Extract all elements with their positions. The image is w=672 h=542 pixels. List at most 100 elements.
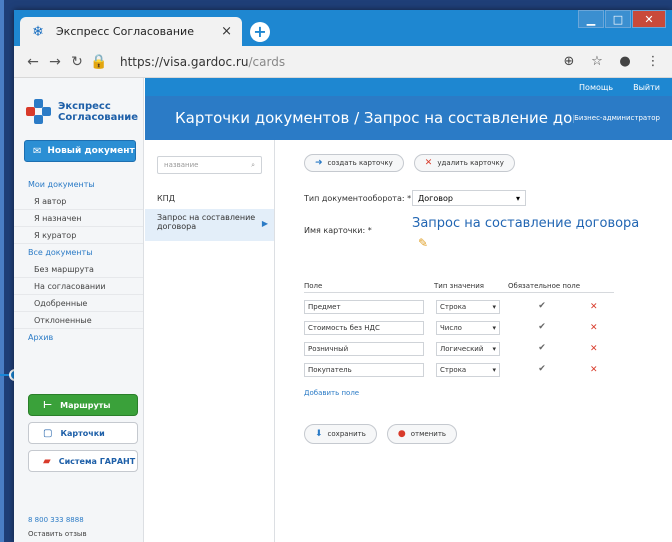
sidebar-menu: Мои документы Я автор Я назначен Я курат…	[14, 176, 143, 346]
card-list-item[interactable]: КПД	[145, 190, 274, 207]
field-type-select[interactable]: Строка ▾	[436, 300, 500, 314]
menu-my-docs[interactable]: Мои документы	[14, 176, 143, 193]
delete-card-label: удалить карточку	[437, 159, 504, 167]
required-check-icon[interactable]: ✔	[536, 322, 548, 334]
menu-assigned[interactable]: Я назначен	[14, 210, 143, 227]
chevron-right-icon: ▶	[261, 219, 268, 228]
cards-button[interactable]: ▢ Карточки	[28, 422, 138, 444]
forward-icon[interactable]: →	[44, 54, 66, 70]
remove-field-icon[interactable]: ✕	[590, 302, 598, 312]
url-domain: https://visa.gardoc.ru	[120, 54, 249, 69]
maximize-icon[interactable]: □	[605, 10, 631, 28]
zoom-icon[interactable]: ⊕	[558, 54, 580, 69]
required-check-icon[interactable]: ✔	[536, 343, 548, 355]
editor-toolbar: ➜ создать карточку ✕ удалить карточку	[304, 154, 515, 172]
garant-icon: ▰	[43, 455, 51, 467]
menu-approved[interactable]: Одобренные	[14, 295, 143, 312]
menu-author[interactable]: Я автор	[14, 193, 143, 210]
page-title: Карточки документов / Запрос на составле…	[175, 109, 574, 127]
field-type-select[interactable]: Строка ▾	[436, 363, 500, 377]
routes-label: Маршруты	[60, 400, 111, 410]
field-row: Покупатель Строка ▾ ✔ ✕	[304, 363, 598, 377]
card-name-value[interactable]: Запрос на составление договора	[412, 216, 639, 231]
sidebar: Экспресс Согласование ✉ Новый документ М…	[14, 78, 144, 542]
remove-field-icon[interactable]: ✕	[590, 323, 598, 333]
menu-curator[interactable]: Я куратор	[14, 227, 143, 244]
url-path: /cards	[248, 54, 286, 69]
support-phone: 8 800 333 8888	[28, 516, 84, 524]
logout-link[interactable]: Выйти	[633, 83, 660, 92]
field-type-select[interactable]: Логический ▾	[436, 342, 500, 356]
user-role: Бизнес-администратор	[574, 114, 660, 122]
delete-card-button[interactable]: ✕ удалить карточку	[413, 154, 515, 172]
cancel-button[interactable]: ● отменить	[386, 424, 458, 444]
editor-actions: ⬇ сохранить ● отменить	[304, 424, 458, 444]
snowflake-favicon-icon: ❄	[32, 23, 44, 40]
menu-on-approval[interactable]: На согласовании	[14, 278, 143, 295]
required-check-icon[interactable]: ✔	[536, 301, 548, 313]
card-list-panel: название ⌕ КПД Запрос на составление дог…	[145, 140, 275, 542]
tab-title: Экспресс Согласование	[56, 25, 194, 38]
field-row: Стоимость без НДС Число ▾ ✔ ✕	[304, 321, 598, 335]
more-menu-icon[interactable]: ⋮	[642, 54, 664, 69]
search-icon: ⌕	[251, 161, 255, 169]
menu-no-route[interactable]: Без маршрута	[14, 261, 143, 278]
card-list-item-label: Запрос на составление договора	[157, 213, 256, 231]
download-arrow-icon: ⬇	[315, 429, 323, 439]
cards-label: Карточки	[60, 428, 105, 438]
browser-window: ❄ Экспресс Согласование × + ▁ □ ✕ ← → ↻ …	[14, 10, 672, 542]
reload-icon[interactable]: ↻	[66, 54, 88, 70]
field-type-select[interactable]: Число ▾	[436, 321, 500, 335]
url-field[interactable]: https://visa.gardoc.ru/cards	[120, 55, 552, 69]
new-tab-button[interactable]: +	[250, 22, 270, 42]
menu-archive[interactable]: Архив	[14, 329, 143, 346]
close-window-icon[interactable]: ✕	[632, 10, 666, 28]
workflow-type-select[interactable]: Договор ▾	[412, 190, 526, 206]
required-check-icon[interactable]: ✔	[536, 364, 548, 376]
card-editor: ➜ создать карточку ✕ удалить карточку Ти…	[276, 140, 672, 542]
back-icon[interactable]: ←	[22, 54, 44, 70]
browser-tab[interactable]: ❄ Экспресс Согласование ×	[20, 17, 242, 46]
field-name-input[interactable]: Предмет	[304, 300, 424, 314]
remove-field-icon[interactable]: ✕	[590, 365, 598, 375]
logo-line2: Согласование	[58, 112, 139, 123]
minimize-icon[interactable]: ▁	[578, 10, 604, 28]
table-divider	[304, 292, 614, 293]
garant-button[interactable]: ▰ Система ГАРАНТ	[28, 450, 138, 472]
create-card-label: создать карточку	[327, 159, 393, 167]
cards-icon: ▢	[43, 427, 53, 439]
save-button[interactable]: ⬇ сохранить	[304, 424, 377, 444]
new-document-button[interactable]: ✉ Новый документ	[24, 140, 136, 162]
card-search-input[interactable]: название ⌕	[157, 156, 262, 174]
feedback-link[interactable]: Оставить отзыв	[28, 530, 87, 538]
address-bar: ← → ↻ 🔒 https://visa.gardoc.ru/cards ⊕ ☆…	[14, 46, 672, 78]
create-card-button[interactable]: ➜ создать карточку	[304, 154, 404, 172]
col-required-header: Обязательное поле	[508, 282, 581, 290]
help-link[interactable]: Помощь	[579, 83, 613, 92]
desktop-edge	[0, 0, 4, 542]
card-list-item-selected[interactable]: Запрос на составление договора ▶	[145, 209, 274, 241]
tab-close-icon[interactable]: ×	[221, 24, 232, 39]
menu-rejected[interactable]: Отклоненные	[14, 312, 143, 329]
chevron-down-icon: ▾	[492, 366, 496, 374]
bookmark-star-icon[interactable]: ☆	[586, 54, 608, 69]
new-document-label: Новый документ	[47, 146, 135, 156]
lock-icon: 🔒	[90, 53, 108, 70]
routes-button[interactable]: ⊢ Маршруты	[28, 394, 138, 416]
pencil-icon[interactable]: ✎	[418, 236, 428, 250]
account-icon[interactable]: ●	[614, 54, 636, 69]
menu-all-docs[interactable]: Все документы	[14, 244, 143, 261]
field-name-input[interactable]: Покупатель	[304, 363, 424, 377]
app-logo[interactable]: Экспресс Согласование	[14, 78, 143, 132]
field-name-input[interactable]: Стоимость без НДС	[304, 321, 424, 335]
save-label: сохранить	[327, 430, 366, 438]
cancel-icon: ●	[397, 429, 406, 439]
add-field-link[interactable]: Добавить поле	[304, 389, 359, 397]
cancel-label: отменить	[410, 430, 447, 438]
window-controls: ▁ □ ✕	[577, 10, 666, 28]
remove-field-icon[interactable]: ✕	[590, 344, 598, 354]
field-row: Предмет Строка ▾ ✔ ✕	[304, 300, 598, 314]
card-name-label: Имя карточки: *	[304, 226, 372, 235]
app: Экспресс Согласование ✉ Новый документ М…	[14, 78, 672, 542]
field-name-input[interactable]: Розничный	[304, 342, 424, 356]
